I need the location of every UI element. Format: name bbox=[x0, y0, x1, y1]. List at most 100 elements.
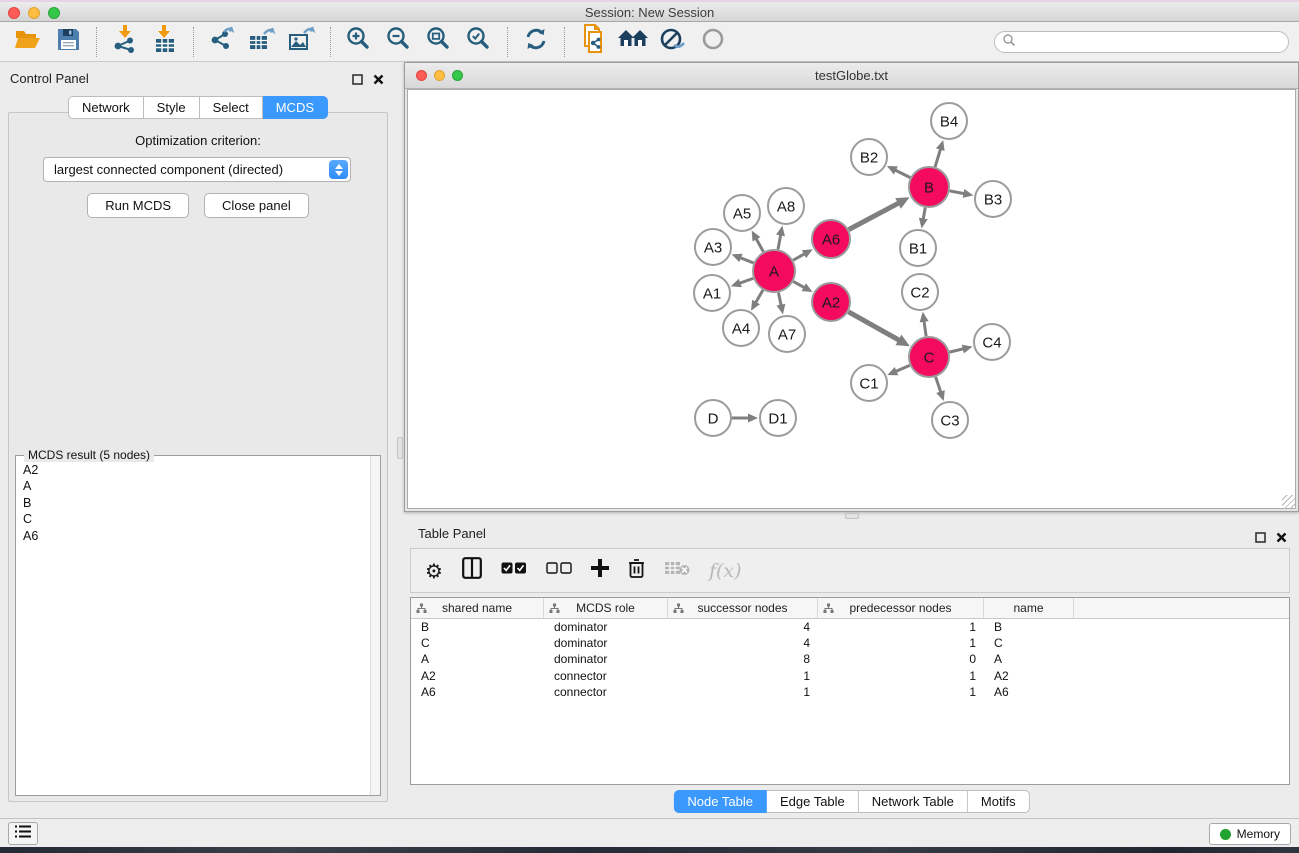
table-row-b[interactable]: Bdominator41B bbox=[411, 619, 1289, 635]
export-image-button[interactable] bbox=[282, 25, 322, 59]
cell-successor-nodes[interactable]: 1 bbox=[668, 669, 818, 683]
column-header-predecessor-nodes[interactable]: predecessor nodes bbox=[818, 598, 984, 618]
export-table-button[interactable] bbox=[242, 25, 282, 59]
close-table-panel-icon[interactable] bbox=[1276, 530, 1287, 548]
cell-predecessor-nodes[interactable]: 0 bbox=[818, 652, 984, 666]
cell-shared-name[interactable]: A6 bbox=[411, 685, 544, 699]
zoom-in-button[interactable] bbox=[339, 25, 379, 59]
network-canvas[interactable]: ABCA6A2A1A3A4A5A7A8B1B2B3B4C1C2C3C4DD1 bbox=[407, 89, 1296, 509]
edge-C-C4[interactable] bbox=[949, 348, 964, 352]
import-network-button[interactable] bbox=[105, 25, 145, 59]
column-header-successor-nodes[interactable]: successor nodes bbox=[668, 598, 818, 618]
cell-name[interactable]: A6 bbox=[984, 685, 1074, 699]
node-a8[interactable]: A8 bbox=[768, 188, 804, 224]
edge-A-A4[interactable] bbox=[755, 290, 763, 304]
tab-network-table[interactable]: Network Table bbox=[859, 790, 968, 813]
cell-mcds-role[interactable]: dominator bbox=[544, 620, 668, 634]
close-panel-button[interactable]: Close panel bbox=[204, 193, 309, 218]
table-row-a6[interactable]: A6connector11A6 bbox=[411, 684, 1289, 700]
tab-mcds[interactable]: MCDS bbox=[263, 96, 328, 119]
column-header-name[interactable]: name bbox=[984, 598, 1074, 618]
node-c[interactable]: C bbox=[909, 337, 949, 377]
cell-mcds-role[interactable]: connector bbox=[544, 685, 668, 699]
node-b2[interactable]: B2 bbox=[851, 139, 887, 175]
edge-A2-C[interactable] bbox=[848, 312, 900, 341]
cell-mcds-role[interactable]: dominator bbox=[544, 636, 668, 650]
show-graphics-details-button[interactable] bbox=[693, 25, 733, 59]
edge-A-A5[interactable] bbox=[756, 238, 764, 252]
cell-predecessor-nodes[interactable]: 1 bbox=[818, 685, 984, 699]
result-item-b[interactable]: B bbox=[17, 495, 369, 511]
node-d[interactable]: D bbox=[695, 400, 731, 436]
import-table-button[interactable] bbox=[145, 25, 185, 59]
deselect-all-icon[interactable] bbox=[546, 562, 572, 580]
duplicate-network-button[interactable] bbox=[573, 25, 613, 59]
node-b[interactable]: B bbox=[909, 167, 949, 207]
task-history-button[interactable] bbox=[8, 822, 38, 845]
cell-name[interactable]: C bbox=[984, 636, 1074, 650]
zoom-out-button[interactable] bbox=[379, 25, 419, 59]
cell-shared-name[interactable]: C bbox=[411, 636, 544, 650]
edge-A-A6[interactable] bbox=[793, 253, 806, 260]
search-input[interactable] bbox=[1016, 33, 1288, 51]
column-header-mcds-role[interactable]: MCDS role bbox=[544, 598, 668, 618]
tab-node-table[interactable]: Node Table bbox=[673, 790, 767, 813]
run-mcds-button[interactable]: Run MCDS bbox=[87, 193, 189, 218]
function-builder-icon[interactable]: f(x) bbox=[709, 560, 742, 582]
add-column-icon[interactable] bbox=[591, 559, 609, 582]
gear-icon[interactable]: ⚙ bbox=[425, 561, 443, 581]
cell-shared-name[interactable]: A bbox=[411, 652, 544, 666]
edge-B-B4[interactable] bbox=[935, 148, 941, 167]
delete-column-icon[interactable] bbox=[628, 558, 645, 584]
node-a4[interactable]: A4 bbox=[723, 310, 759, 346]
cell-successor-nodes[interactable]: 4 bbox=[668, 636, 818, 650]
table-row-c[interactable]: Cdominator41C bbox=[411, 635, 1289, 651]
node-a6[interactable]: A6 bbox=[812, 220, 850, 258]
close-panel-icon[interactable] bbox=[373, 72, 384, 90]
cell-name[interactable]: A bbox=[984, 652, 1074, 666]
tab-style[interactable]: Style bbox=[144, 96, 200, 119]
edge-A-A2[interactable] bbox=[793, 282, 805, 289]
result-item-c[interactable]: C bbox=[17, 511, 369, 527]
edge-A-A3[interactable] bbox=[739, 257, 753, 263]
annotation-toggle-button[interactable] bbox=[653, 25, 693, 59]
splitter-handle-horizontal[interactable] bbox=[845, 513, 859, 519]
cell-name[interactable]: A2 bbox=[984, 669, 1074, 683]
columns-icon[interactable] bbox=[462, 557, 482, 584]
cell-mcds-role[interactable]: dominator bbox=[544, 652, 668, 666]
column-header-shared-name[interactable]: shared name bbox=[411, 598, 544, 618]
node-b4[interactable]: B4 bbox=[931, 103, 967, 139]
table-row-a[interactable]: Adominator80A bbox=[411, 651, 1289, 667]
memory-button[interactable]: Memory bbox=[1209, 823, 1291, 845]
edge-B-B3[interactable] bbox=[950, 191, 966, 194]
node-a5[interactable]: A5 bbox=[724, 195, 760, 231]
zoom-fit-button[interactable] bbox=[419, 25, 459, 59]
node-d1[interactable]: D1 bbox=[760, 400, 796, 436]
cell-shared-name[interactable]: A2 bbox=[411, 669, 544, 683]
export-network-button[interactable] bbox=[202, 25, 242, 59]
cell-predecessor-nodes[interactable]: 1 bbox=[818, 636, 984, 650]
node-b1[interactable]: B1 bbox=[900, 230, 936, 266]
node-b3[interactable]: B3 bbox=[975, 181, 1011, 217]
home-button[interactable] bbox=[613, 25, 653, 59]
delete-table-icon[interactable] bbox=[664, 560, 690, 581]
result-item-a[interactable]: A bbox=[17, 478, 369, 494]
result-item-a6[interactable]: A6 bbox=[17, 528, 369, 544]
edge-B-B2[interactable] bbox=[894, 170, 910, 178]
tab-network[interactable]: Network bbox=[68, 96, 144, 119]
edge-C-C2[interactable] bbox=[924, 320, 926, 336]
criterion-dropdown[interactable]: largest connected component (directed) bbox=[43, 157, 351, 182]
cell-successor-nodes[interactable]: 1 bbox=[668, 685, 818, 699]
select-all-icon[interactable] bbox=[501, 562, 527, 580]
node-c4[interactable]: C4 bbox=[974, 324, 1010, 360]
node-c1[interactable]: C1 bbox=[851, 365, 887, 401]
node-a1[interactable]: A1 bbox=[694, 275, 730, 311]
cell-shared-name[interactable]: B bbox=[411, 620, 544, 634]
node-c3[interactable]: C3 bbox=[932, 402, 968, 438]
cell-successor-nodes[interactable]: 8 bbox=[668, 652, 818, 666]
node-a2[interactable]: A2 bbox=[812, 283, 850, 321]
open-session-button[interactable] bbox=[8, 25, 48, 59]
cell-predecessor-nodes[interactable]: 1 bbox=[818, 620, 984, 634]
node-a3[interactable]: A3 bbox=[695, 229, 731, 265]
cell-mcds-role[interactable]: connector bbox=[544, 669, 668, 683]
